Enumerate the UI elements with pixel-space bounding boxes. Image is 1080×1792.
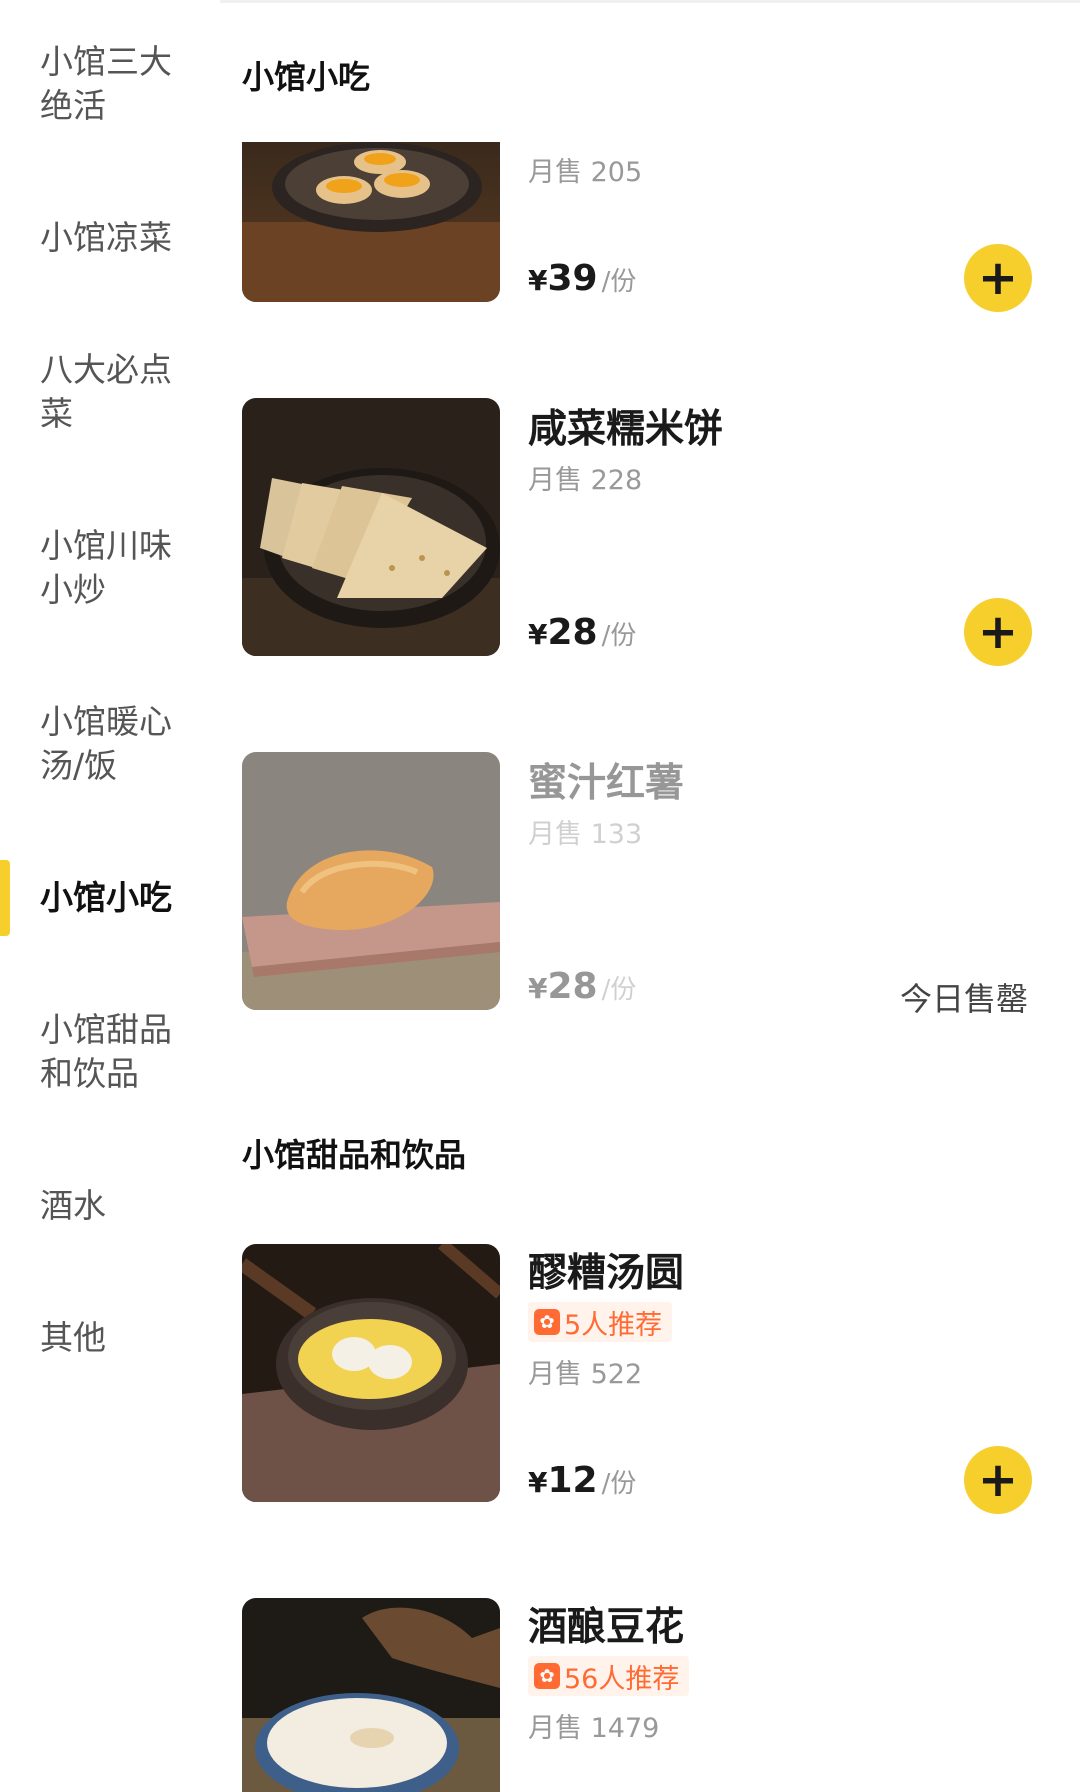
item-image[interactable] — [242, 752, 500, 1010]
item-name: 蜜汁红薯 — [528, 761, 685, 806]
sidebar-item-must-order[interactable]: 八大必点菜 — [40, 348, 190, 436]
plus-icon: + — [977, 250, 1019, 306]
price-value: 28 — [547, 612, 598, 653]
plus-icon: + — [977, 1452, 1019, 1508]
sidebar-item-drinks[interactable]: 酒水 — [40, 1184, 190, 1228]
item-sales: 月售 133 — [528, 819, 643, 850]
price-unit: /份 — [601, 975, 637, 1005]
sidebar-item-sichuan-stirfry[interactable]: 小馆川味小炒 — [40, 524, 190, 612]
item-price: ¥39/份 — [528, 258, 636, 299]
sidebar-item-snacks[interactable]: 小馆小吃 — [40, 876, 190, 920]
add-to-cart-button[interactable]: + — [964, 598, 1032, 666]
recommend-icon: ✿ — [534, 1309, 560, 1335]
sidebar-item-cold-dishes[interactable]: 小馆凉菜 — [40, 216, 190, 260]
item-name: 醪糟汤圆 — [528, 1251, 685, 1296]
item-name: 酒酿豆花 — [528, 1605, 685, 1650]
currency-symbol: ¥ — [528, 972, 548, 1005]
item-image[interactable] — [242, 1598, 500, 1792]
recommend-badge: ✿ 56人推荐 — [528, 1656, 690, 1696]
plus-icon: + — [977, 604, 1019, 660]
currency-symbol: ¥ — [528, 1466, 548, 1499]
section-title-desserts: 小馆甜品和饮品 — [242, 1136, 467, 1174]
item-image[interactable] — [242, 1244, 500, 1502]
item-price: ¥12/份 — [528, 1460, 636, 1501]
active-indicator — [0, 860, 10, 936]
price-unit: /份 — [601, 1469, 637, 1499]
item-sales: 月售 205 — [528, 157, 643, 188]
item-image[interactable] — [242, 398, 500, 656]
sidebar-item-signature[interactable]: 小馆三大绝活 — [40, 40, 190, 128]
recommend-count: 5人推荐 — [564, 1309, 663, 1341]
sidebar-item-other[interactable]: 其他 — [40, 1316, 190, 1360]
price-unit: /份 — [601, 621, 637, 651]
price-unit: /份 — [601, 267, 637, 297]
currency-symbol: ¥ — [528, 618, 548, 651]
price-value: 39 — [547, 258, 598, 299]
price-value: 12 — [547, 1460, 598, 1501]
item-price: ¥28/份 — [528, 612, 636, 653]
item-price: ¥28/份 — [528, 966, 636, 1007]
category-sidebar: 小馆三大绝活 小馆凉菜 八大必点菜 小馆川味小炒 小馆暖心汤/饭 小馆小吃 小馆… — [0, 0, 220, 1792]
recommend-count: 56人推荐 — [564, 1663, 680, 1695]
item-image[interactable] — [242, 142, 500, 302]
item-sales: 月售 228 — [528, 465, 643, 496]
item-name: 咸菜糯米饼 — [528, 407, 724, 452]
sidebar-item-desserts-drinks[interactable]: 小馆甜品和饮品 — [40, 1008, 190, 1096]
section-title-snacks: 小馆小吃 — [242, 58, 371, 96]
item-sales: 月售 1479 — [528, 1713, 660, 1744]
recommend-icon: ✿ — [534, 1663, 560, 1689]
price-value: 28 — [547, 966, 598, 1007]
currency-symbol: ¥ — [528, 264, 548, 297]
item-sales: 月售 522 — [528, 1359, 643, 1390]
sidebar-item-soup-rice[interactable]: 小馆暖心汤/饭 — [40, 700, 190, 788]
sold-out-label: 今日售罄 — [900, 980, 1029, 1018]
add-to-cart-button[interactable]: + — [964, 244, 1032, 312]
recommend-badge: ✿ 5人推荐 — [528, 1302, 673, 1342]
add-to-cart-button[interactable]: + — [964, 1446, 1032, 1514]
